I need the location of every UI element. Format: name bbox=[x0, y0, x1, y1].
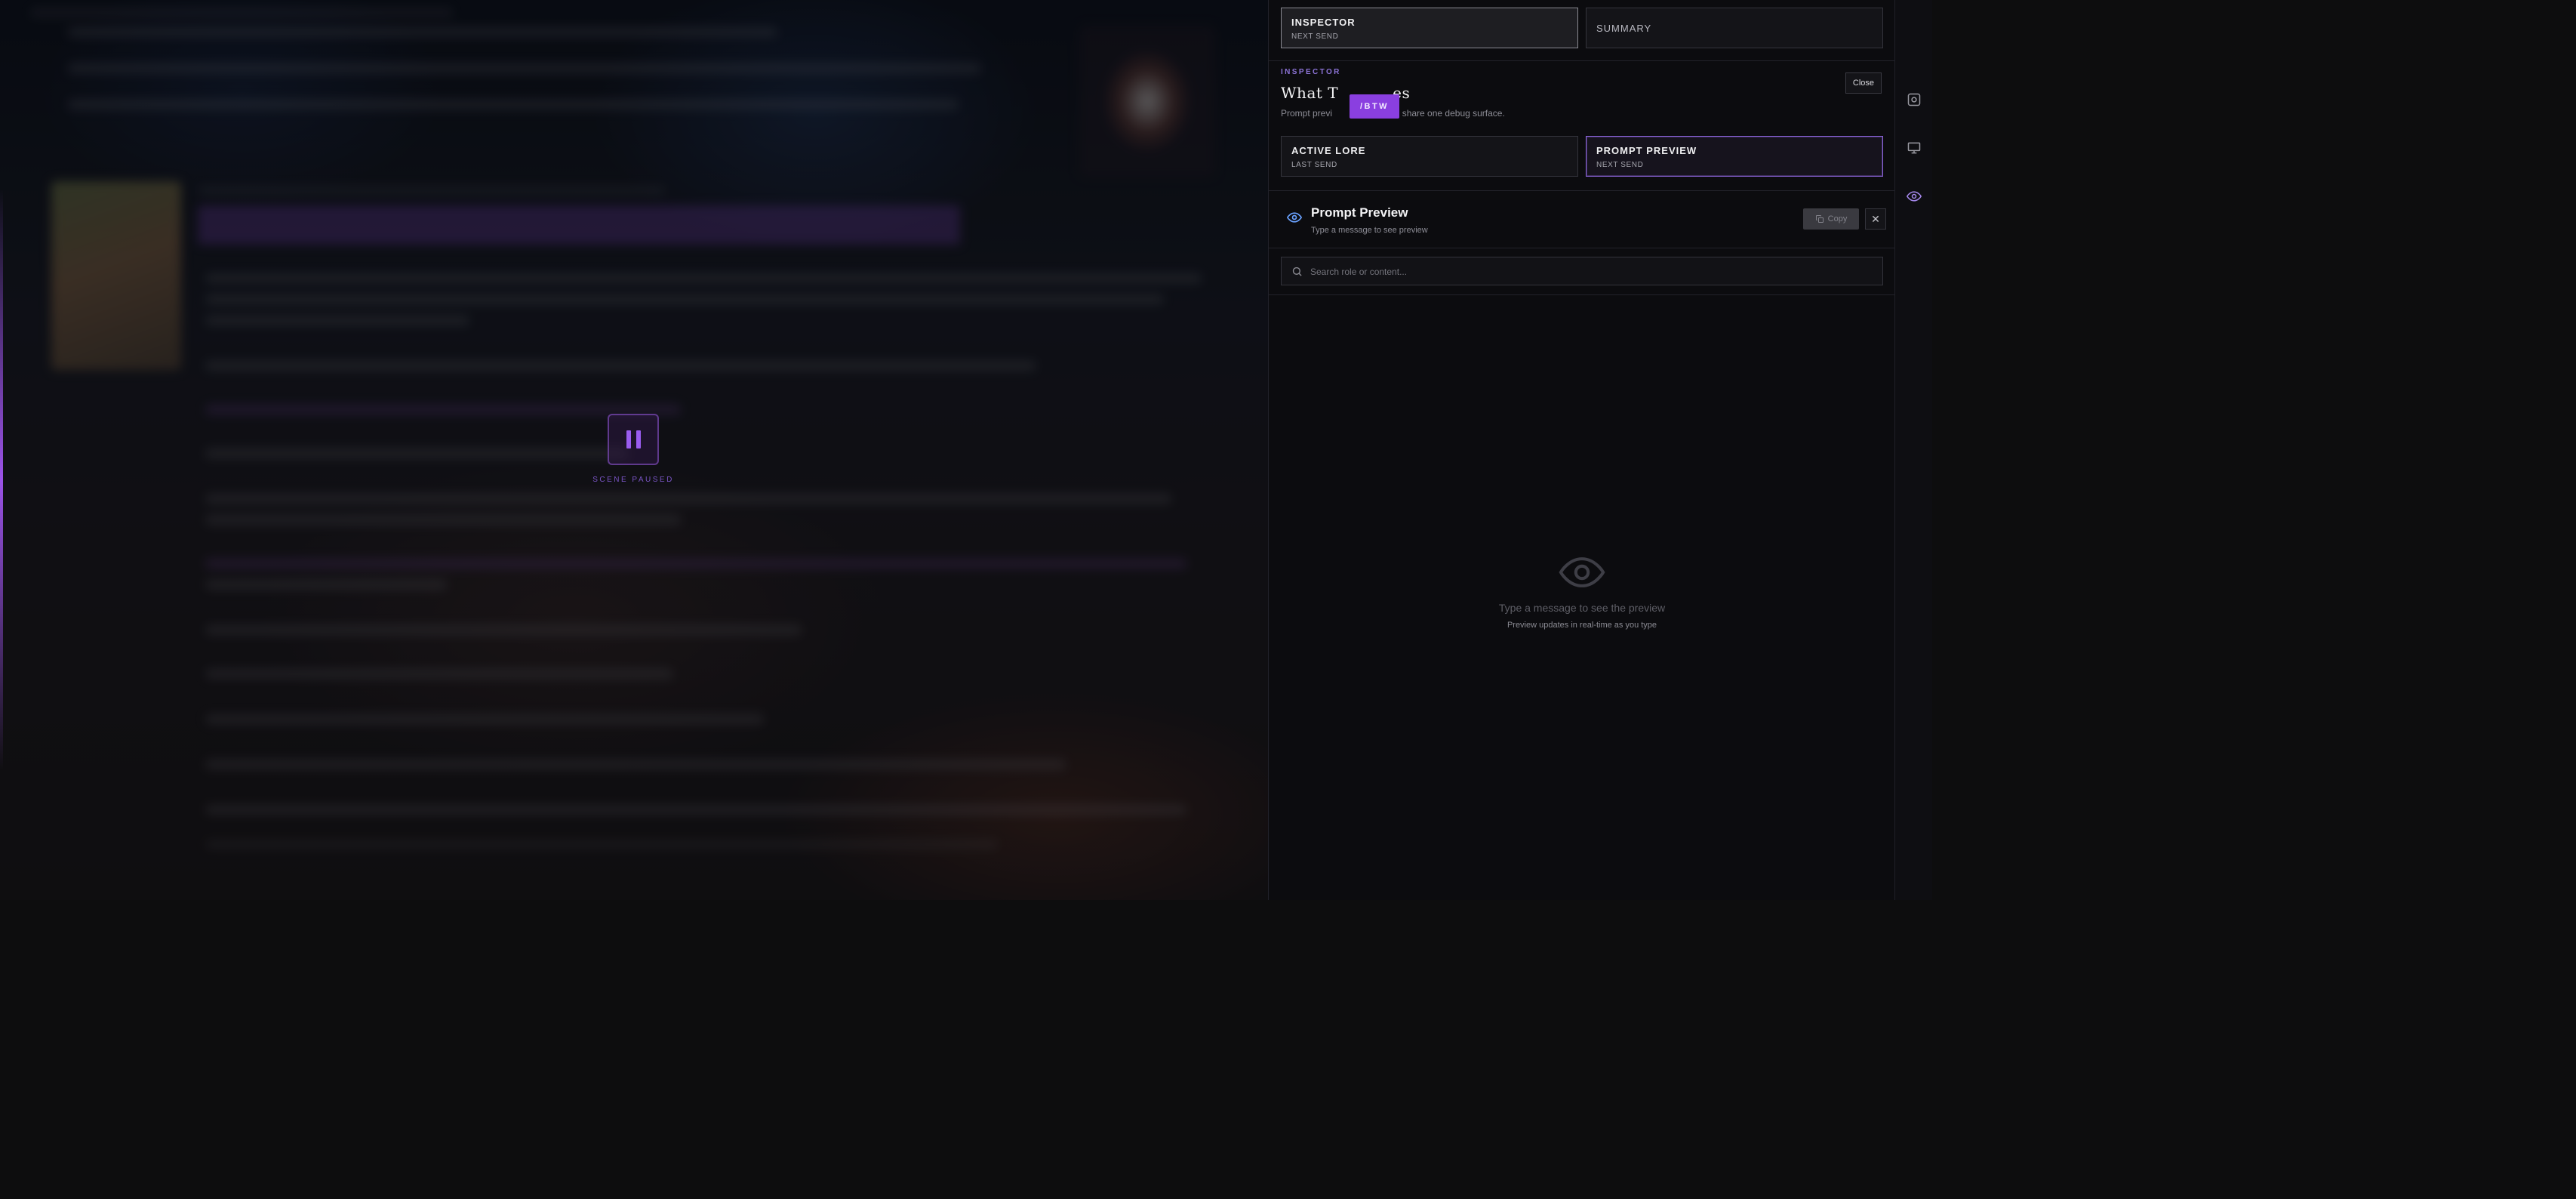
tab-sublabel: NEXT SEND bbox=[1291, 32, 1339, 41]
pause-icon bbox=[626, 430, 631, 448]
tab-sublabel: LAST SEND bbox=[1291, 161, 1337, 169]
empty-state-title: Type a message to see the preview bbox=[1498, 602, 1666, 614]
inspector-view-tabs: ACTIVE LORE LAST SEND PROMPT PREVIEW NEX… bbox=[1281, 136, 1883, 178]
close-button[interactable]: Close bbox=[1845, 72, 1882, 94]
divider bbox=[1269, 190, 1895, 191]
prompt-preview-header: Prompt Preview Type a message to see pre… bbox=[1281, 204, 1886, 237]
divider bbox=[1269, 294, 1895, 295]
scene-paused-indicator: SCENE PAUSED bbox=[589, 414, 678, 484]
empty-state-subtitle: Preview updates in real-time as you type bbox=[1507, 621, 1657, 630]
inspector-top-tabs: INSPECTOR NEXT SEND SUMMARY bbox=[1281, 8, 1883, 50]
tab-label: ACTIVE LORE bbox=[1291, 145, 1366, 156]
eye-icon[interactable] bbox=[1904, 186, 1925, 207]
tab-inspector[interactable]: INSPECTOR NEXT SEND bbox=[1281, 8, 1578, 48]
copy-icon bbox=[1815, 215, 1824, 223]
tab-label: PROMPT PREVIEW bbox=[1596, 145, 1697, 156]
tab-label: INSPECTOR bbox=[1291, 17, 1356, 28]
eye-icon bbox=[1559, 555, 1605, 590]
search-box bbox=[1281, 257, 1883, 286]
scene-paused-label: SCENE PAUSED bbox=[592, 476, 674, 484]
inspector-section-header: INSPECTOR What Tes Prompt previ ore share… bbox=[1281, 68, 1883, 119]
monitor-icon[interactable] bbox=[1904, 137, 1925, 159]
pause-button[interactable] bbox=[608, 414, 659, 465]
inspector-panel: INSPECTOR NEXT SEND SUMMARY INSPECTOR Wh… bbox=[1268, 0, 1895, 900]
prompt-preview-subtitle: Type a message to see preview bbox=[1311, 226, 1428, 235]
tab-active-lore[interactable]: ACTIVE LORE LAST SEND bbox=[1281, 136, 1578, 177]
tab-prompt-preview[interactable]: PROMPT PREVIEW NEXT SEND bbox=[1586, 136, 1883, 177]
prompt-preview-title: Prompt Preview bbox=[1311, 205, 1408, 220]
empty-state: Type a message to see the preview Previe… bbox=[1281, 555, 1883, 630]
copy-button[interactable]: Copy bbox=[1803, 208, 1859, 230]
eye-icon bbox=[1286, 210, 1303, 225]
tab-sublabel: NEXT SEND bbox=[1596, 161, 1644, 169]
settings-box-icon[interactable] bbox=[1904, 89, 1925, 110]
close-icon: ✕ bbox=[1871, 212, 1880, 225]
right-icon-rail bbox=[1894, 0, 1932, 900]
search-icon bbox=[1291, 266, 1303, 277]
close-preview-button[interactable]: ✕ bbox=[1865, 208, 1886, 230]
tab-summary[interactable]: SUMMARY bbox=[1586, 8, 1883, 48]
section-eyebrow: INSPECTOR bbox=[1281, 68, 1341, 76]
tab-label: SUMMARY bbox=[1596, 23, 1652, 34]
divider bbox=[1269, 60, 1895, 61]
copy-label: Copy bbox=[1827, 214, 1848, 223]
accent-edge bbox=[0, 189, 3, 770]
app-frame: SCENE PAUSED INSPECTOR NEXT SEND SUMMARY… bbox=[0, 0, 1932, 900]
btw-badge[interactable]: /BTW bbox=[1350, 94, 1399, 119]
search-input[interactable] bbox=[1309, 257, 1870, 286]
